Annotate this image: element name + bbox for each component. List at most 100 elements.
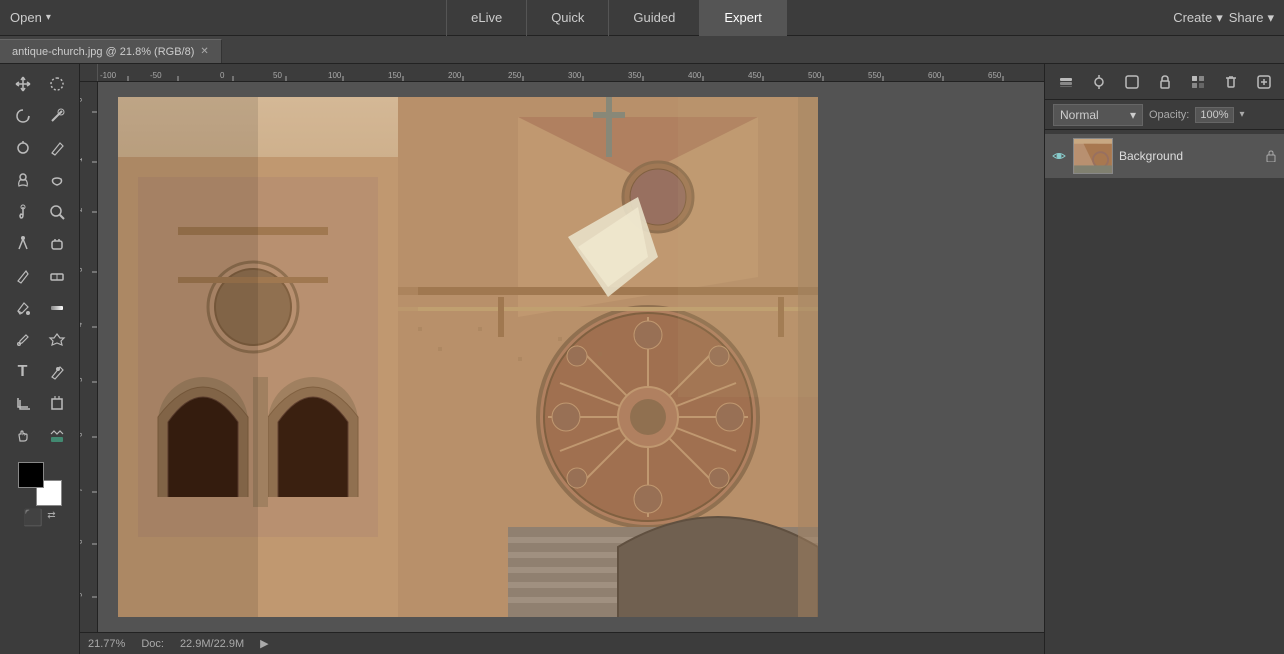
- blend-mode-arrow: ▾: [1130, 108, 1136, 122]
- status-bar: 21.77% Doc: 22.9M/22.9M ▶: [80, 632, 1044, 654]
- fill-tool[interactable]: [8, 294, 38, 322]
- opacity-value[interactable]: 100%: [1195, 107, 1233, 123]
- redeye-tool[interactable]: [42, 358, 72, 386]
- tool-row-enhance: [0, 132, 79, 164]
- nav-quick[interactable]: Quick: [526, 0, 609, 36]
- shape-tool[interactable]: [42, 326, 72, 354]
- default-colors-icon[interactable]: ⬛: [23, 508, 43, 528]
- top-right-actions: Create ▾ Share ▾: [1173, 10, 1284, 26]
- zoom-level: 21.77%: [88, 638, 125, 650]
- lasso-tool[interactable]: [8, 102, 38, 130]
- tool-row-lasso: [0, 100, 79, 132]
- tools-panel: T: [0, 64, 80, 654]
- svg-text:600: 600: [928, 71, 942, 80]
- smudge-tool[interactable]: [42, 166, 72, 194]
- content-aware-tool[interactable]: [42, 422, 72, 450]
- layers-icon[interactable]: [1052, 68, 1080, 96]
- nav-elive[interactable]: eLive: [446, 0, 527, 36]
- panel-icon-bar: [1045, 64, 1284, 100]
- main-workspace: T: [0, 64, 1284, 654]
- svg-text:450: 450: [748, 71, 762, 80]
- marquee-tool[interactable]: [42, 70, 72, 98]
- burn-tool[interactable]: [8, 262, 38, 290]
- layers-panel: Normal ▾ Opacity: 100% ▾: [1044, 64, 1284, 654]
- doc-label: Doc:: [141, 638, 164, 650]
- add-layer-icon[interactable]: [1250, 68, 1278, 96]
- enhance-tool[interactable]: [8, 134, 38, 162]
- top-menu-bar: Open ▾ eLive Quick Guided Expert Create …: [0, 0, 1284, 36]
- sponge-tool[interactable]: [42, 230, 72, 258]
- blur-tool[interactable]: [8, 198, 38, 226]
- svg-text:350: 350: [628, 71, 642, 80]
- tool-row-text: T: [0, 356, 79, 388]
- file-tab-name: antique-church.jpg @ 21.8% (RGB/8): [12, 46, 194, 58]
- tool-row-fill: [0, 292, 79, 324]
- lock-icon[interactable]: [1151, 68, 1179, 96]
- tool-row-clone: [0, 164, 79, 196]
- move-tool[interactable]: [8, 70, 38, 98]
- cookie-cutter-tool[interactable]: [42, 390, 72, 418]
- open-menu[interactable]: Open ▾: [0, 10, 61, 25]
- selection-brush-tool[interactable]: [42, 102, 72, 130]
- vertical-ruler: 0 1 2 3 4 5 6 7 8: [80, 82, 98, 632]
- tool-row-burn: [0, 260, 79, 292]
- layers-list: Background: [1045, 130, 1284, 654]
- status-expand-arrow[interactable]: ▶: [260, 637, 268, 650]
- svg-text:250: 250: [508, 71, 522, 80]
- svg-text:300: 300: [568, 71, 582, 80]
- share-button[interactable]: Share ▾: [1229, 10, 1274, 26]
- foreground-color-swatch[interactable]: [18, 462, 44, 488]
- eyedropper-tool[interactable]: [8, 326, 38, 354]
- crop-tool[interactable]: [8, 390, 38, 418]
- tab-bar: antique-church.jpg @ 21.8% (RGB/8) ✕: [0, 36, 1284, 64]
- svg-text:150: 150: [388, 71, 402, 80]
- nav-guided[interactable]: Guided: [608, 0, 700, 36]
- svg-text:550: 550: [868, 71, 882, 80]
- svg-text:0: 0: [80, 97, 84, 102]
- foreground-background-colors[interactable]: [18, 462, 62, 506]
- opacity-arrow[interactable]: ▾: [1240, 109, 1245, 120]
- layer-visibility-toggle[interactable]: [1051, 148, 1067, 164]
- zoom-tool[interactable]: [42, 198, 72, 226]
- layer-background[interactable]: Background: [1045, 134, 1284, 178]
- file-tab[interactable]: antique-church.jpg @ 21.8% (RGB/8) ✕: [0, 39, 222, 63]
- opacity-label: Opacity:: [1149, 109, 1189, 121]
- adjust-icon[interactable]: [1085, 68, 1113, 96]
- create-button[interactable]: Create ▾: [1173, 10, 1223, 26]
- open-button[interactable]: Open ▾: [10, 10, 51, 25]
- blend-mode-value: Normal: [1060, 108, 1099, 122]
- svg-text:400: 400: [688, 71, 702, 80]
- svg-text:3: 3: [80, 267, 84, 272]
- open-label: Open: [10, 10, 42, 25]
- gradient-tool[interactable]: [42, 294, 72, 322]
- swap-colors-icon[interactable]: ⇄: [47, 510, 55, 528]
- tab-close-button[interactable]: ✕: [200, 46, 208, 57]
- svg-text:500: 500: [808, 71, 822, 80]
- tool-row-dodge: [0, 228, 79, 260]
- svg-text:-50: -50: [150, 71, 162, 80]
- blend-mode-bar: Normal ▾ Opacity: 100% ▾: [1045, 100, 1284, 130]
- blend-mode-select[interactable]: Normal ▾: [1053, 104, 1143, 126]
- clone-tool[interactable]: [8, 166, 38, 194]
- canvas-viewport[interactable]: [98, 82, 1044, 632]
- pencil-tool[interactable]: [42, 134, 72, 162]
- svg-text:50: 50: [273, 71, 282, 80]
- text-tool[interactable]: T: [8, 358, 38, 386]
- svg-text:1: 1: [80, 157, 84, 162]
- open-dropdown-arrow: ▾: [46, 12, 51, 23]
- svg-text:6: 6: [80, 432, 84, 437]
- tool-row-eyedrop: [0, 324, 79, 356]
- svg-text:9: 9: [80, 592, 84, 597]
- svg-text:650: 650: [988, 71, 1002, 80]
- eraser-tool[interactable]: [42, 262, 72, 290]
- fill-link-icon[interactable]: [1184, 68, 1212, 96]
- dodge-tool[interactable]: [8, 230, 38, 258]
- hand-tool[interactable]: [8, 422, 38, 450]
- layer-lock-icon: [1264, 149, 1278, 163]
- color-swatches: ⬛ ⇄: [0, 456, 79, 534]
- document-canvas[interactable]: [118, 97, 818, 617]
- delete-layer-icon[interactable]: [1217, 68, 1245, 96]
- effects-icon[interactable]: [1118, 68, 1146, 96]
- svg-text:7: 7: [80, 487, 84, 492]
- nav-expert[interactable]: Expert: [699, 0, 787, 36]
